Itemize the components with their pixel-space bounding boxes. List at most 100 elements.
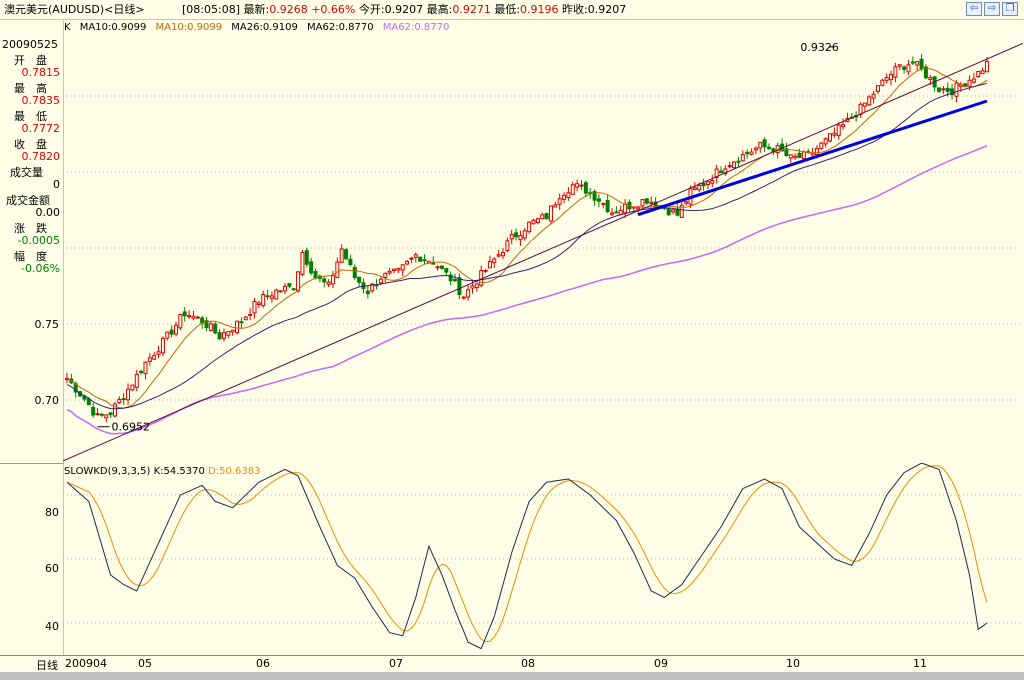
candle-body: [801, 151, 806, 160]
window-buttons: ⇦ ⇨ ❐: [966, 2, 1018, 16]
candle-body: [505, 240, 510, 252]
candle: [435, 265, 440, 271]
candle: [213, 322, 218, 335]
candle: [614, 206, 619, 214]
candle: [300, 250, 305, 277]
candle-body: [610, 212, 614, 215]
candle-body: [191, 315, 196, 319]
candle-body: [487, 260, 492, 269]
candle-body: [130, 384, 135, 391]
candle-body: [169, 329, 174, 335]
candle: [418, 256, 423, 262]
candle: [544, 212, 549, 220]
candle-body: [139, 370, 144, 374]
candle: [605, 194, 610, 214]
candle: [208, 321, 213, 332]
candle: [889, 70, 894, 86]
candle-body: [762, 139, 767, 148]
candle-body: [836, 124, 841, 136]
latest-value: 0.9268: [269, 3, 308, 16]
candle: [474, 282, 479, 292]
candle-body: [182, 311, 187, 317]
candle-body: [941, 88, 946, 91]
candle: [875, 85, 880, 94]
candle-body: [893, 66, 898, 78]
candle: [501, 248, 505, 260]
candle: [344, 247, 349, 260]
candle: [221, 328, 226, 342]
candle: [95, 408, 100, 416]
candle: [187, 310, 192, 319]
candle-body: [409, 257, 414, 260]
candle-body: [235, 320, 240, 334]
candle-body: [967, 79, 972, 87]
candle: [527, 221, 532, 234]
prev-value: 0.9207: [587, 3, 627, 16]
candle: [152, 351, 157, 361]
candle-body: [156, 351, 161, 355]
right-arrow-icon[interactable]: ⇨: [984, 2, 1000, 16]
candle: [304, 247, 309, 268]
candle-body: [562, 194, 567, 200]
candle-body: [531, 219, 536, 225]
candle-body: [326, 281, 331, 285]
candle: [902, 65, 907, 74]
candle: [160, 336, 165, 357]
candle-body: [439, 265, 444, 269]
candle-body: [570, 184, 575, 195]
x-tick-11: 11: [913, 657, 927, 670]
candle-body: [915, 61, 920, 66]
candle: [335, 257, 340, 279]
candle-body: [291, 288, 296, 291]
candle: [583, 180, 588, 198]
candle-body: [296, 271, 301, 292]
price-chart[interactable]: 0.93260.6952: [63, 20, 1023, 464]
candle: [69, 373, 74, 384]
candle: [178, 313, 183, 331]
candle-body: [553, 204, 558, 208]
candle: [117, 396, 122, 405]
candle: [143, 361, 148, 380]
candle-body: [596, 198, 601, 202]
candle: [971, 73, 976, 84]
kd-k-line: [66, 463, 988, 650]
left-arrow-icon[interactable]: ⇦: [966, 2, 982, 16]
candle-body: [344, 249, 349, 260]
candle: [758, 141, 763, 153]
kd-chart[interactable]: [63, 463, 1023, 655]
candle-body: [897, 64, 902, 67]
candle-body: [937, 87, 941, 92]
candle-body: [605, 199, 610, 213]
candle-body: [95, 413, 100, 416]
candle: [239, 317, 244, 329]
candle: [448, 271, 453, 286]
candle-body: [174, 324, 178, 335]
candle: [413, 252, 418, 263]
low-value: 0.7772: [21, 122, 61, 135]
candle-body: [387, 270, 392, 274]
candle-body: [239, 321, 244, 324]
candle-body: [453, 279, 458, 282]
candle-body: [348, 258, 353, 266]
candle-body: [178, 314, 183, 329]
candle-body: [126, 388, 131, 401]
candle: [156, 345, 161, 359]
candle-body: [86, 398, 91, 406]
candle: [910, 56, 915, 66]
trendline-long: [63, 42, 1023, 462]
change-value: -0.0005: [17, 234, 60, 247]
candle: [169, 325, 174, 338]
candle-body: [797, 152, 802, 158]
candle: [684, 201, 689, 206]
candle-body: [749, 151, 754, 155]
candle: [753, 146, 758, 155]
candle-body: [601, 202, 606, 205]
candle-body: [165, 331, 170, 339]
candle: [623, 198, 628, 218]
candle: [562, 192, 567, 204]
candle-body: [339, 248, 344, 263]
restore-icon[interactable]: ❐: [1002, 2, 1018, 16]
candle-body: [457, 277, 462, 296]
candle-body: [984, 60, 989, 73]
candle: [932, 76, 937, 92]
